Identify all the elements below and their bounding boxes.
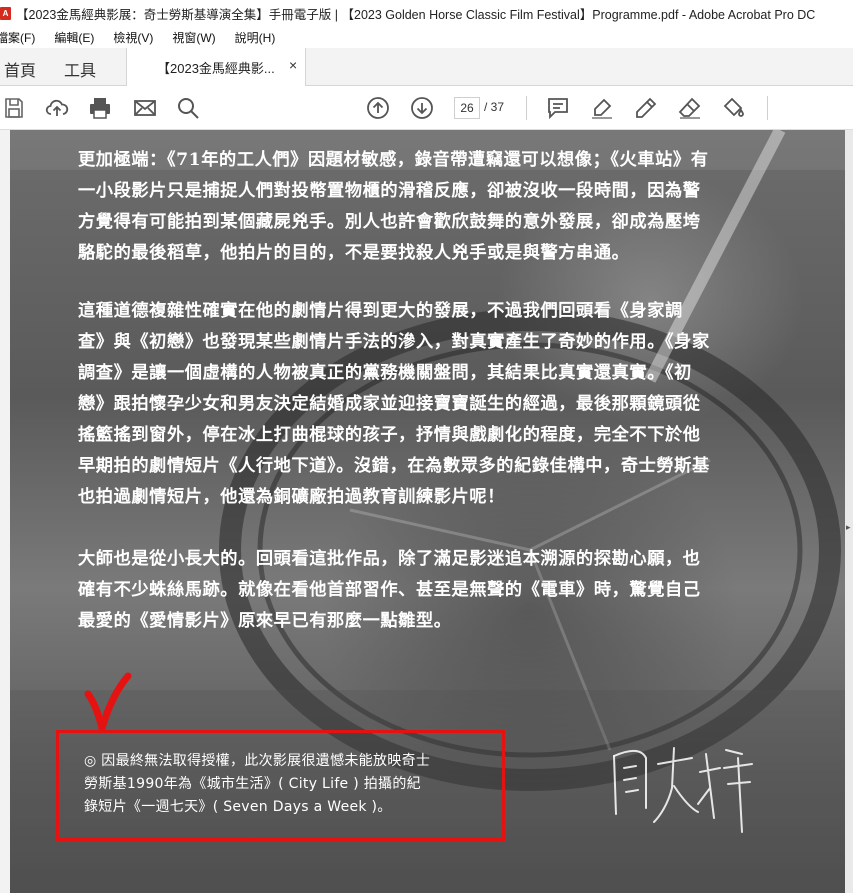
page-total: / 37 xyxy=(484,100,505,114)
acrobat-icon: A xyxy=(0,7,11,20)
paragraph-2: 這種道德複雜性確實在他的劇情片得到更大的發展，不過我們回頭看《身家調 查》與《初… xyxy=(78,296,758,513)
window-title-bar: A 【2023金馬經典影展：奇士勞斯基導演全集】手冊電子版 | 【2023 Go… xyxy=(0,0,853,27)
tab-bar: 首頁 工具 【2023金馬經典影... × xyxy=(0,48,853,86)
menu-help[interactable]: 說明(H) xyxy=(235,29,276,46)
page-number-input[interactable]: 26 xyxy=(454,97,480,119)
text-line: 也拍過劇情短片，他還為銅礦廠拍過教育訓練影片呢！ xyxy=(78,487,505,507)
text-line: 方覺得有可能拍到某個藏屍兇手。別人也許會歡欣鼓舞的意外發展，卻成為壓垮 xyxy=(78,212,701,232)
toolbar-divider xyxy=(526,96,527,120)
text-line: 戀》跟拍懷孕少女和男友決定結婚成家並迎接寶寶誕生的經過，最後那顆鏡頭從 xyxy=(78,394,701,414)
paragraph-3: 大師也是從小長大的。回頭看這批作品，除了滿足影迷追本溯源的探勘心願，也 確有不少… xyxy=(78,544,758,637)
menu-window[interactable]: 視窗(W) xyxy=(172,29,215,46)
red-checkmark-icon xyxy=(84,672,132,732)
page-down-icon[interactable] xyxy=(410,96,434,120)
paragraph-1: 更加極端：《71年的工人們》因題材敏感，錄音帶遭竊還可以想像；《火車站》有 一小… xyxy=(78,145,758,269)
eraser-icon[interactable] xyxy=(678,96,702,120)
toolbar: 26 / 37 xyxy=(0,86,853,130)
text-line: 調查》是讓一個虛構的人物被真正的黨務機關盤問，其結果比真實還真實。《初 xyxy=(78,363,692,383)
text-line: 早期拍的劇情短片《人行地下道》。沒錯，在為數眾多的紀錄佳構中，奇士勞斯基 xyxy=(78,456,710,476)
tab-home[interactable]: 首頁 xyxy=(4,57,36,81)
signature-image xyxy=(613,747,753,833)
scroll-indicator-icon[interactable]: ▸ xyxy=(846,522,851,533)
toolbar-divider xyxy=(767,96,768,120)
red-annotation-box xyxy=(56,730,505,841)
menu-file[interactable]: 檔案(F) xyxy=(0,29,35,46)
page-up-icon[interactable] xyxy=(366,96,390,120)
pen-icon[interactable] xyxy=(634,96,658,120)
text-line: 確有不少蛛絲馬跡。就像在看他首部習作、甚至是無聲的《電車》時，驚覺自己 xyxy=(78,580,701,600)
text-line: 搖籃搖到窗外，停在冰上打曲棍球的孩子，抒情與戲劇化的程度，完全不下於他 xyxy=(78,425,701,445)
menu-bar: 檔案(F) 編輯(E) 檢視(V) 視窗(W) 說明(H) xyxy=(0,27,853,48)
text-line: 一小段影片只是捕捉人們對投幣置物櫃的滑稽反應，卻被沒收一段時間，因為警 xyxy=(78,181,701,201)
email-icon[interactable] xyxy=(133,96,157,120)
close-icon[interactable]: × xyxy=(289,57,297,73)
menu-edit[interactable]: 編輯(E) xyxy=(54,29,94,46)
fill-icon[interactable] xyxy=(722,96,746,120)
print-icon[interactable] xyxy=(88,96,112,120)
highlight-icon[interactable] xyxy=(590,96,614,120)
window-title: 【2023金馬經典影展：奇士勞斯基導演全集】手冊電子版 | 【2023 Gold… xyxy=(16,8,816,22)
text-line: 最愛的《愛情影片》原來早已有那麼一點雛型。 xyxy=(78,611,452,631)
tab-document[interactable]: 【2023金馬經典影... × xyxy=(126,48,306,86)
text-line: 大師也是從小長大的。回頭看這批作品，除了滿足影迷追本溯源的探勘心願，也 xyxy=(78,549,701,569)
save-icon[interactable] xyxy=(2,96,26,120)
page-margin xyxy=(0,130,10,893)
text-line: 這種道德複雜性確實在他的劇情片得到更大的發展，不過我們回頭看《身家調 xyxy=(78,301,683,321)
text-line: 查》與《初戀》也發現某些劇情片手法的滲入，對真實產生了奇妙的作用。《身家 xyxy=(78,332,710,352)
search-icon[interactable] xyxy=(176,96,200,120)
tab-tools[interactable]: 工具 xyxy=(64,57,96,81)
text-line: 更加極端：《71年的工人們》因題材敏感，錄音帶遭竊還可以想像；《火車站》有 xyxy=(78,150,709,170)
comment-icon[interactable] xyxy=(546,96,570,120)
document-viewport[interactable]: ​ 更加極端：《71年的工人們》因題材敏感，錄音帶遭竊還可以想像；《火車站》有 … xyxy=(0,130,853,893)
upload-icon[interactable] xyxy=(45,96,69,120)
text-line: 駱駝的最後稻草，他拍片的目的，不是要找殺人兇手或是與警方串通。 xyxy=(78,243,630,263)
tab-document-label: 【2023金馬經典影... xyxy=(157,61,275,76)
menu-view[interactable]: 檢視(V) xyxy=(113,29,153,46)
